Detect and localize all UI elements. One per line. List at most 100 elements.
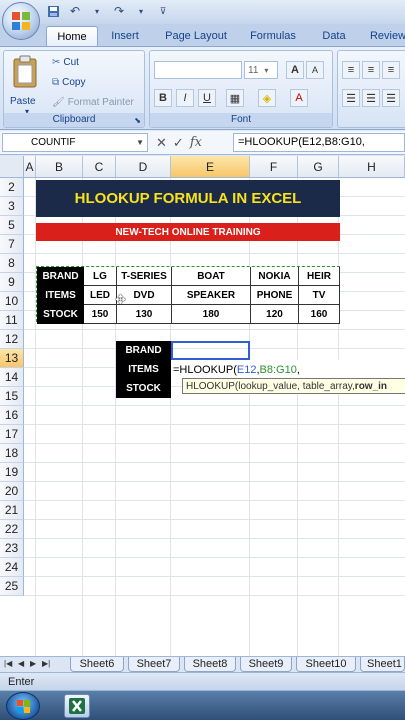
dropdown-icon[interactable]: ▾ xyxy=(132,3,150,19)
underline-button[interactable]: U xyxy=(198,89,216,107)
dropdown-icon[interactable]: ▾ xyxy=(88,3,106,19)
italic-button[interactable]: I xyxy=(176,89,194,107)
row-header-17[interactable]: 17 xyxy=(0,425,24,444)
table-cell-stock[interactable]: 180 xyxy=(172,305,251,324)
align-bottom-icon[interactable]: ≡ xyxy=(382,61,400,79)
table-cell-stock[interactable]: 120 xyxy=(251,305,299,324)
redo-icon[interactable]: ↷ xyxy=(110,3,128,19)
row-header-3[interactable]: 3 xyxy=(0,197,24,216)
sheet-tab-sheet8[interactable]: Sheet8 xyxy=(184,657,236,672)
font-color-button[interactable]: A xyxy=(290,89,308,107)
select-all-corner[interactable] xyxy=(0,156,24,178)
row-header-19[interactable]: 19 xyxy=(0,463,24,482)
shrink-font-button[interactable]: A xyxy=(306,61,324,79)
start-button[interactable] xyxy=(6,692,40,720)
undo-icon[interactable]: ↶ xyxy=(66,3,84,19)
row-header-18[interactable]: 18 xyxy=(0,444,24,463)
table-cell-brand[interactable]: T-SERIES xyxy=(117,267,172,286)
row-header-10[interactable]: 10 xyxy=(0,292,24,311)
row-header-11[interactable]: 11 xyxy=(0,311,24,330)
row-header-20[interactable]: 20 xyxy=(0,482,24,501)
row-header-13[interactable]: 13 xyxy=(0,349,24,368)
align-center-icon[interactable]: ☰ xyxy=(362,89,380,107)
format-painter-button[interactable]: 🖌 Format Painter xyxy=(52,97,134,108)
row-header-8[interactable]: 8 xyxy=(0,254,24,273)
row-header-25[interactable]: 25 xyxy=(0,577,24,596)
align-middle-icon[interactable]: ≡ xyxy=(362,61,380,79)
column-header-g[interactable]: G xyxy=(298,156,339,178)
row-header-7[interactable]: 7 xyxy=(0,235,24,254)
align-left-icon[interactable]: ☰ xyxy=(342,89,360,107)
font-name-box[interactable] xyxy=(154,61,242,79)
first-sheet-icon[interactable]: |◀ xyxy=(4,659,12,668)
paste-button[interactable]: Paste ▾ xyxy=(10,55,44,116)
row-header-5[interactable]: 5 xyxy=(0,216,24,235)
cut-button[interactable]: ✂ Cut xyxy=(52,57,79,68)
sheet-tab-sheet1[interactable]: Sheet1 xyxy=(360,657,405,672)
row-header-21[interactable]: 21 xyxy=(0,501,24,520)
worksheet-grid[interactable]: A B C D E F G H 2 3 5 7 8 9 10 11 12 13 14 15 16 17 18… xyxy=(0,156,405,656)
row-header-12[interactable]: 12 xyxy=(0,330,24,349)
save-icon[interactable] xyxy=(44,3,62,19)
next-sheet-icon[interactable]: ▶ xyxy=(30,659,36,668)
table-cell-brand[interactable]: BOAT xyxy=(172,267,251,286)
align-top-icon[interactable]: ≡ xyxy=(342,61,360,79)
table-cell-stock[interactable]: 160 xyxy=(299,305,340,324)
row-header-23[interactable]: 23 xyxy=(0,539,24,558)
table-cell-brand[interactable]: LG xyxy=(84,267,117,286)
row-header-2[interactable]: 2 xyxy=(0,178,24,197)
table-cell-items[interactable]: TV xyxy=(299,286,340,305)
tab-formulas[interactable]: Formulas xyxy=(244,26,302,46)
table-cell-brand[interactable]: NOKIA xyxy=(251,267,299,286)
excel-taskbar-button[interactable] xyxy=(64,694,90,718)
align-right-icon[interactable]: ☰ xyxy=(382,89,400,107)
column-header-c[interactable]: C xyxy=(83,156,116,178)
tab-data[interactable]: Data xyxy=(314,26,354,46)
row-header-14[interactable]: 14 xyxy=(0,368,24,387)
copy-button[interactable]: ⧉ Copy xyxy=(52,77,86,88)
active-cell-e13[interactable]: =HLOOKUP( E12 , B8:G10 , xyxy=(171,360,405,379)
row-header-16[interactable]: 16 xyxy=(0,406,24,425)
insert-function-icon[interactable]: fx xyxy=(190,135,202,150)
sheet-tab-sheet9[interactable]: Sheet9 xyxy=(240,657,292,672)
grow-font-button[interactable]: A xyxy=(286,61,304,79)
table-cell-stock[interactable]: 150 xyxy=(84,305,117,324)
column-header-f[interactable]: F xyxy=(250,156,298,178)
row-header-22[interactable]: 22 xyxy=(0,520,24,539)
customize-qat-icon[interactable]: ⊽ xyxy=(154,3,172,19)
borders-button[interactable]: ▦ xyxy=(226,89,244,107)
function-tooltip: HLOOKUP(lookup_value, table_array, row_i… xyxy=(182,378,405,394)
fill-color-button[interactable]: ◈ xyxy=(258,89,276,107)
column-header-d[interactable]: D xyxy=(116,156,171,178)
cancel-icon[interactable]: ✕ xyxy=(156,135,167,151)
column-header-h[interactable]: H xyxy=(339,156,405,178)
sheet-tab-sheet10[interactable]: Sheet10 xyxy=(296,657,356,672)
enter-icon[interactable]: ✓ xyxy=(173,135,184,151)
column-header-e[interactable]: E xyxy=(171,156,250,178)
tab-page-layout[interactable]: Page Layout xyxy=(160,26,232,46)
dialog-launcher-icon[interactable]: ⬊ xyxy=(134,116,141,125)
font-size-box[interactable]: 11 ▾ xyxy=(244,61,278,79)
table-cell-items[interactable]: LED xyxy=(84,286,117,305)
tab-insert[interactable]: Insert xyxy=(104,26,146,46)
last-sheet-icon[interactable]: ▶| xyxy=(42,659,50,668)
sheet-tab-sheet6[interactable]: Sheet6 xyxy=(70,657,124,672)
table-cell-items[interactable]: SPEAKER xyxy=(172,286,251,305)
row-header-15[interactable]: 15 xyxy=(0,387,24,406)
tab-review[interactable]: Review xyxy=(366,26,405,46)
column-header-a[interactable]: A xyxy=(24,156,36,178)
excel-icon xyxy=(69,698,85,714)
table-cell-items[interactable]: PHONE xyxy=(251,286,299,305)
row-header-9[interactable]: 9 xyxy=(0,273,24,292)
formula-ref-range: B8:G10 xyxy=(259,363,297,376)
column-header-b[interactable]: B xyxy=(36,156,83,178)
bold-button[interactable]: B xyxy=(154,89,172,107)
prev-sheet-icon[interactable]: ◀ xyxy=(18,659,24,668)
formula-input[interactable]: =HLOOKUP(E12,B8:G10, xyxy=(233,133,405,152)
name-box[interactable]: COUNTIF ▼ xyxy=(2,133,148,152)
tab-home[interactable]: Home xyxy=(46,26,98,46)
sheet-tab-sheet7[interactable]: Sheet7 xyxy=(128,657,180,672)
table-cell-brand[interactable]: HEIR xyxy=(299,267,340,286)
row-header-24[interactable]: 24 xyxy=(0,558,24,577)
office-button[interactable] xyxy=(2,2,40,40)
